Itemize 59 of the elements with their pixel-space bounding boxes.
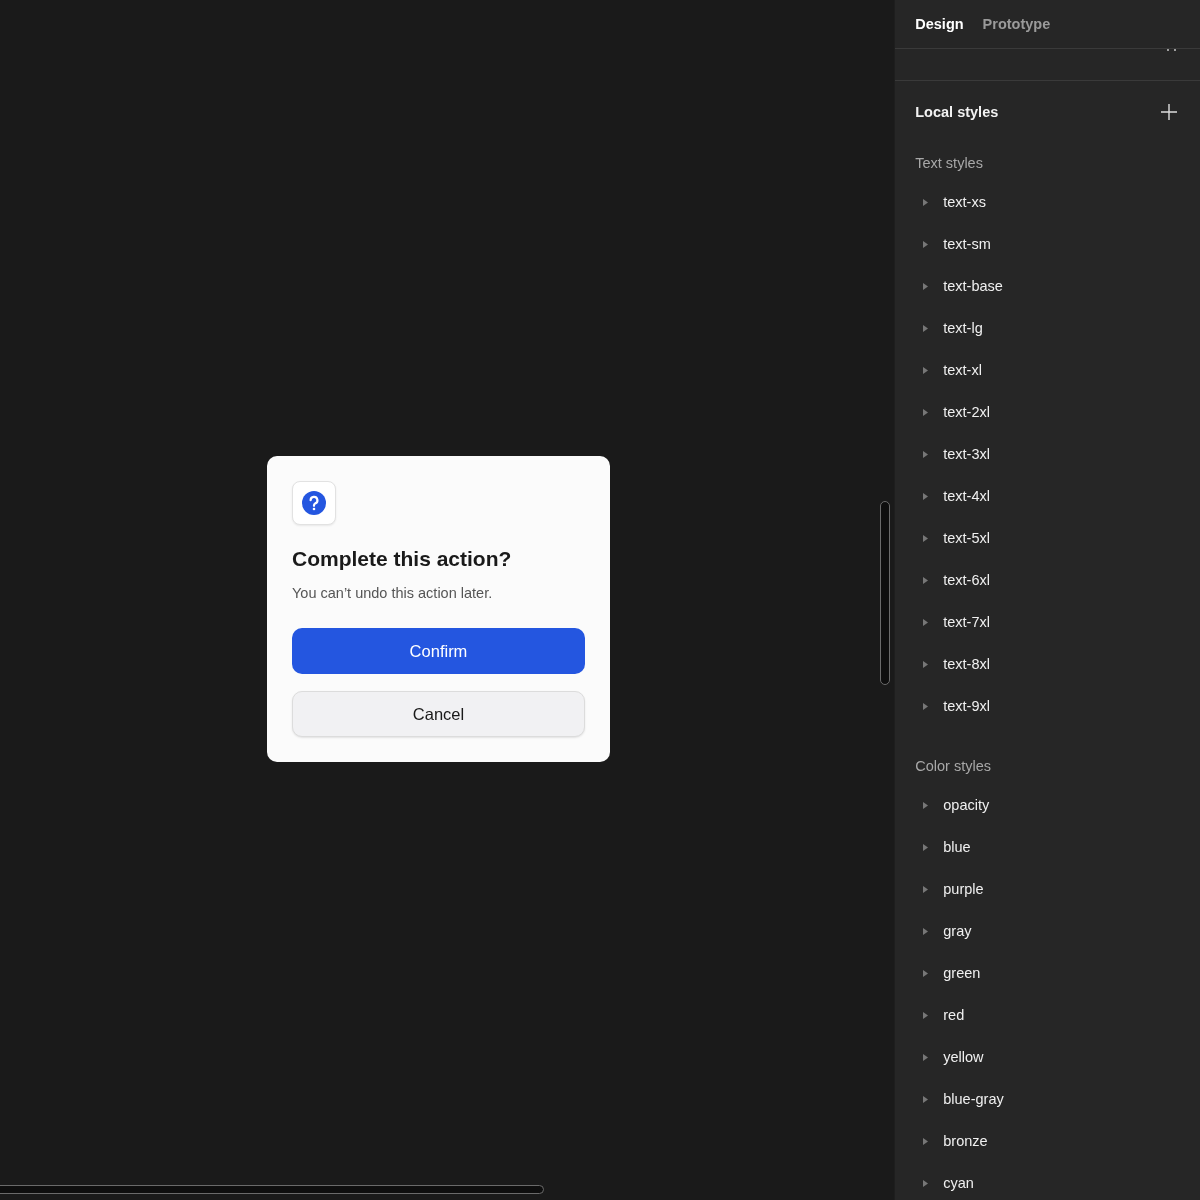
caret-icon[interactable] [923, 702, 930, 710]
style-item[interactable]: cyan [943, 1175, 974, 1191]
caret-icon[interactable] [923, 843, 930, 851]
caret-icon[interactable] [923, 492, 930, 500]
caret-icon[interactable] [923, 366, 930, 374]
caret-icon[interactable] [923, 408, 930, 416]
style-item[interactable]: purple [943, 881, 984, 897]
caret-icon[interactable] [923, 618, 930, 626]
style-item[interactable]: text-5xl [943, 530, 990, 546]
style-item[interactable]: yellow [943, 1049, 984, 1065]
scrollbar[interactable] [880, 501, 890, 685]
caret-icon[interactable] [923, 885, 930, 893]
caret-icon[interactable] [923, 927, 930, 935]
question-icon [292, 481, 336, 525]
caret-icon[interactable] [923, 660, 930, 668]
style-item[interactable]: text-2xl [943, 404, 990, 420]
style-item[interactable]: text-sm [943, 236, 991, 252]
caret-icon[interactable] [923, 282, 930, 290]
caret-icon[interactable] [923, 1179, 930, 1187]
caret-icon[interactable] [923, 801, 930, 809]
scrollbar[interactable] [0, 1185, 544, 1194]
style-item[interactable]: text-base [943, 278, 1003, 294]
style-item[interactable]: blue [943, 839, 971, 855]
group-title: Text styles [914, 154, 984, 173]
style-item[interactable]: text-6xl [943, 572, 990, 588]
style-item[interactable]: red [943, 1007, 965, 1023]
caret-icon[interactable] [923, 240, 930, 248]
panel-tab[interactable]: Design [915, 16, 964, 32]
section-title: Local styles [915, 104, 999, 120]
style-item[interactable]: text-xs [943, 194, 986, 210]
cancel-button[interactable]: Cancel [292, 691, 585, 737]
style-item[interactable]: text-8xl [943, 656, 990, 672]
style-item[interactable]: text-9xl [943, 698, 990, 714]
panel-tab[interactable]: Prototype [982, 16, 1051, 32]
caret-icon[interactable] [923, 969, 930, 977]
group-title: Color styles [914, 757, 992, 776]
style-item[interactable]: text-3xl [943, 446, 990, 462]
caret-icon[interactable] [923, 1137, 930, 1145]
style-item[interactable]: text-4xl [943, 488, 990, 504]
caret-icon[interactable] [923, 198, 930, 206]
style-item[interactable]: text-xl [943, 362, 982, 378]
style-item[interactable]: text-7xl [943, 614, 990, 630]
plus-icon[interactable] [1161, 104, 1177, 120]
caret-icon[interactable] [923, 450, 930, 458]
confirm-button[interactable]: Confirm [292, 628, 585, 674]
dialog-message: You can’t undo this action later. [292, 585, 494, 601]
caret-icon[interactable] [923, 576, 930, 584]
dialog-title: Complete this action? [292, 547, 513, 571]
style-item[interactable]: gray [943, 923, 972, 939]
style-item[interactable]: bronze [943, 1133, 988, 1149]
style-item[interactable]: green [943, 965, 981, 981]
caret-icon[interactable] [923, 324, 930, 332]
style-item[interactable]: blue-gray [943, 1091, 1004, 1107]
caret-icon[interactable] [923, 534, 930, 542]
caret-icon[interactable] [923, 1053, 930, 1061]
style-item[interactable]: text-lg [943, 320, 983, 336]
style-item[interactable]: opacity [943, 797, 990, 813]
caret-icon[interactable] [923, 1095, 930, 1103]
caret-icon[interactable] [923, 1011, 930, 1019]
